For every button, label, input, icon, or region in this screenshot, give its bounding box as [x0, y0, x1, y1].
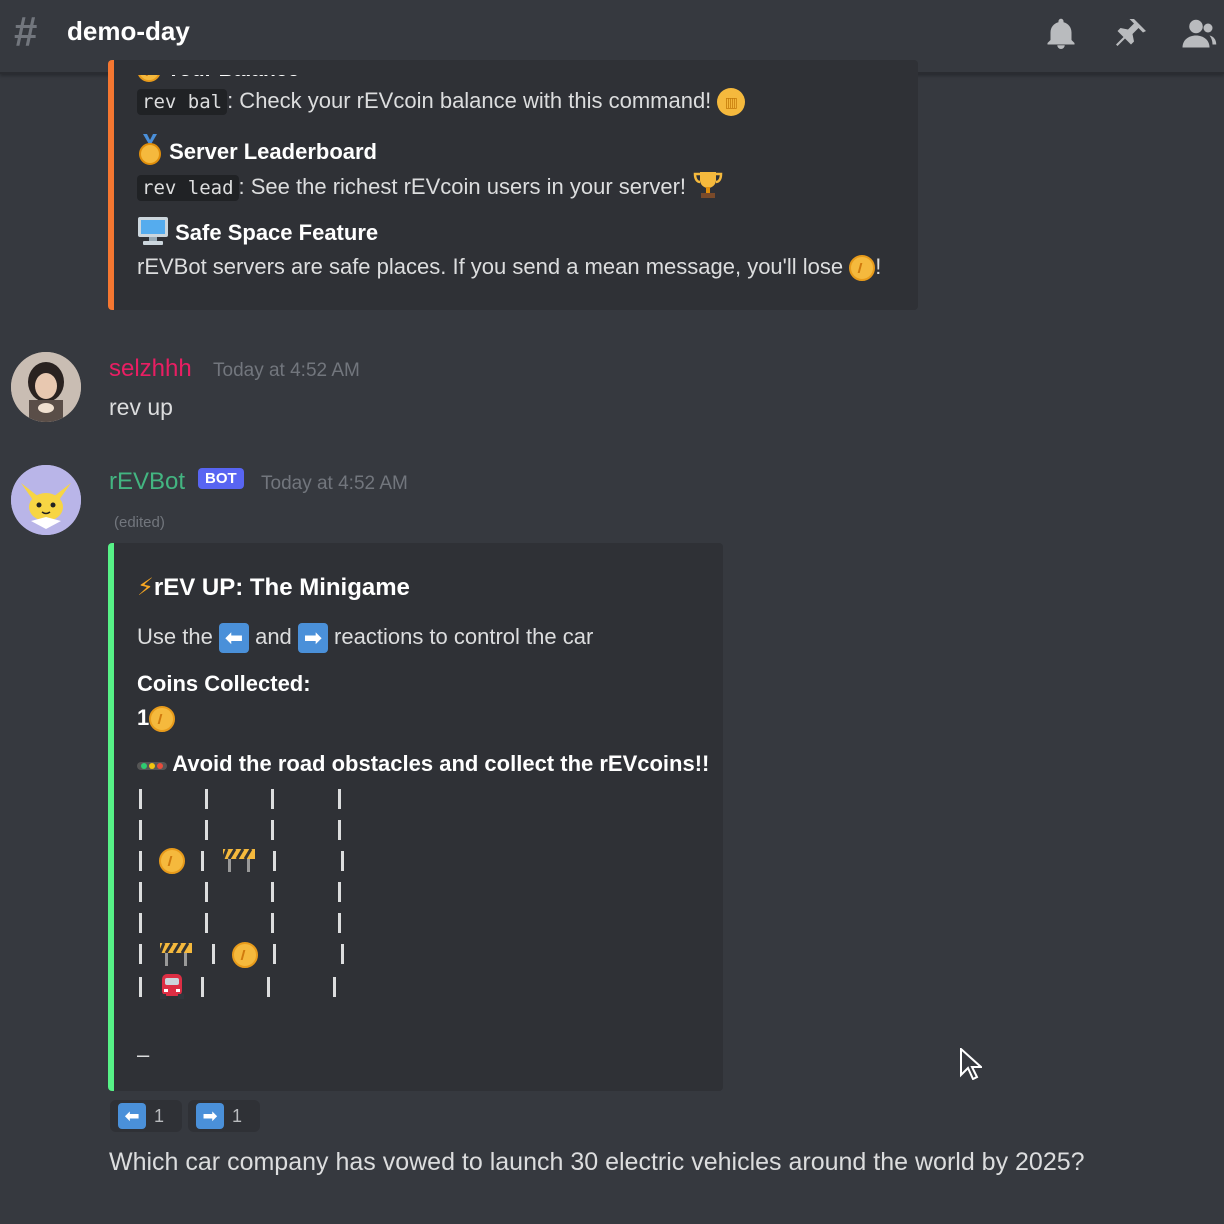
edited-marker: (edited) — [114, 514, 165, 531]
left-arrow-icon: ⬅ — [218, 623, 249, 653]
coins-collected-value: 1 — [137, 705, 176, 733]
lane-divider — [271, 789, 274, 809]
reaction-left-arrow[interactable]: ⬅ 1 — [110, 1100, 182, 1132]
lane-divider — [139, 882, 142, 902]
lane-divider — [139, 944, 142, 964]
lane-divider — [333, 977, 336, 997]
lane-divider — [341, 944, 344, 964]
lane-divider — [205, 820, 208, 840]
lane-divider — [267, 977, 270, 997]
user-avatar[interactable] — [11, 352, 81, 422]
lane-divider — [338, 789, 341, 809]
left-arrow-icon: ⬅ — [118, 1103, 146, 1129]
bell-icon[interactable] — [1043, 16, 1079, 52]
embed-accent-bar — [108, 60, 114, 310]
bot-avatar[interactable] — [11, 465, 81, 535]
lightning-icon: ⚡ — [137, 574, 154, 601]
reaction-right-arrow[interactable]: ➡ 1 — [188, 1100, 260, 1132]
bot-username[interactable]: rEVBot — [109, 468, 185, 496]
lane-divider — [341, 851, 344, 871]
lane-divider — [338, 913, 341, 933]
bot-tag: BOT — [198, 468, 244, 489]
mouse-cursor-icon — [960, 1048, 982, 1080]
computer-icon — [137, 216, 169, 252]
minigame-title: ⚡rEV UP: The Minigame — [137, 574, 410, 601]
bot-timestamp: Today at 4:52 AM — [261, 473, 408, 494]
lane-divider — [271, 882, 274, 902]
lead-line: rev lead: See the richest rEVcoin users … — [137, 170, 724, 206]
lane-divider — [271, 820, 274, 840]
traffic-light-icon — [137, 752, 167, 778]
user-timestamp: Today at 4:52 AM — [213, 360, 360, 381]
lane-divider — [139, 913, 142, 933]
safe-space-line: rEVBot servers are safe places. If you s… — [137, 254, 881, 282]
trailing-dash: – — [137, 1042, 150, 1067]
medal-icon — [137, 134, 163, 172]
coin-icon — [159, 848, 185, 874]
pin-icon[interactable] — [1113, 16, 1149, 52]
lane-divider — [271, 913, 274, 933]
trophy-icon — [692, 170, 724, 206]
bank-icon: ▥ — [717, 88, 746, 117]
user-message-content: rev up — [109, 394, 173, 420]
lead-command: rev lead — [137, 174, 239, 201]
leaderboard-title: Server Leaderboard — [137, 134, 377, 172]
coin-icon — [232, 942, 258, 968]
car-icon — [160, 974, 184, 999]
lane-divider — [205, 789, 208, 809]
coin-icon — [849, 255, 876, 282]
lane-divider — [139, 789, 142, 809]
hashtag-icon: # — [14, 8, 38, 55]
construction-barrier-icon — [223, 848, 255, 872]
construction-barrier-icon — [160, 942, 192, 966]
instruction-line: Use the ⬅ and ➡ reactions to control the… — [137, 623, 593, 653]
lane-divider — [273, 944, 276, 964]
reaction-count: 1 — [154, 1105, 165, 1126]
lane-divider — [273, 851, 276, 871]
lane-divider — [139, 820, 142, 840]
lane-divider — [205, 882, 208, 902]
member-list-icon[interactable] — [1181, 16, 1217, 52]
lane-divider — [205, 913, 208, 933]
lane-divider — [338, 882, 341, 902]
lane-divider — [139, 851, 142, 871]
question-message: Which car company has vowed to launch 30… — [109, 1148, 1085, 1176]
user-username[interactable]: selzhhh — [109, 355, 192, 383]
reaction-count: 1 — [232, 1105, 243, 1126]
lane-divider — [201, 851, 204, 871]
lane-divider — [139, 977, 142, 997]
safe-space-title: Safe Space Feature — [137, 216, 378, 252]
bal-line: rev bal: Check your rEVcoin balance with… — [137, 88, 746, 117]
right-arrow-icon: ➡ — [297, 623, 328, 653]
coins-collected-label: Coins Collected: — [137, 671, 311, 696]
bal-command: rev bal — [137, 89, 228, 115]
channel-name: demo-day — [67, 16, 190, 46]
lane-divider — [212, 944, 215, 964]
embed-accent-bar — [108, 543, 114, 1091]
lane-divider — [201, 977, 204, 997]
avoid-obstacles-line: Avoid the road obstacles and collect the… — [137, 751, 709, 778]
right-arrow-icon: ➡ — [196, 1103, 224, 1129]
coin-icon — [149, 706, 176, 733]
lane-divider — [338, 820, 341, 840]
